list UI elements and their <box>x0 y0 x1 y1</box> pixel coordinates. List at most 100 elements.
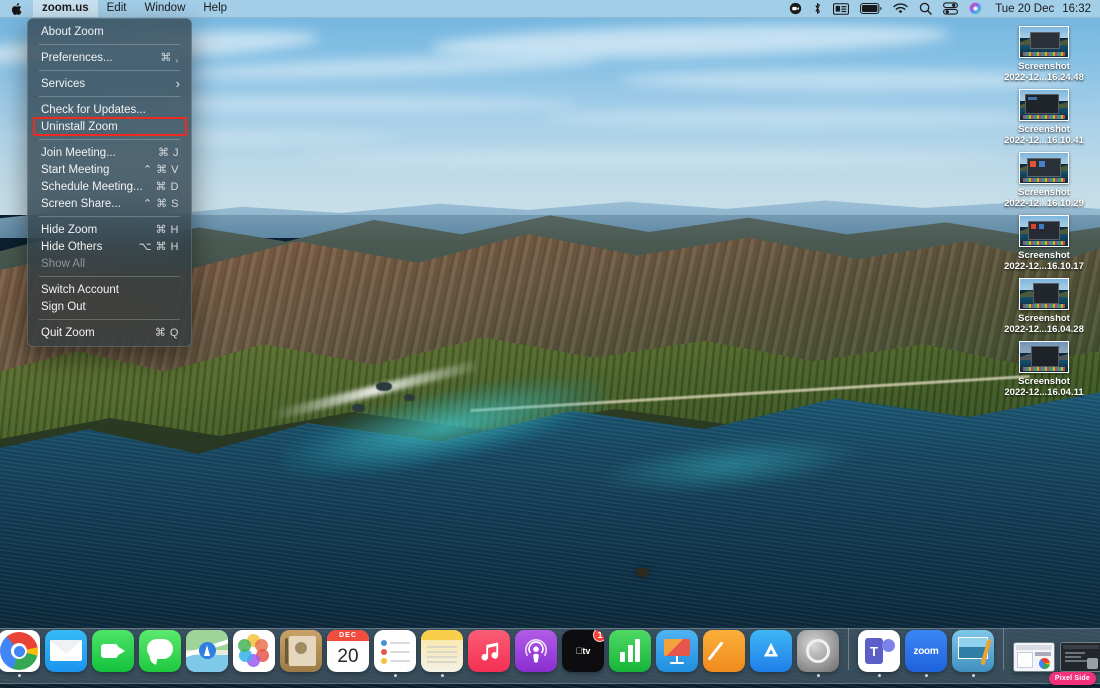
dock-running-indicator <box>676 674 679 677</box>
bluetooth-icon[interactable] <box>813 0 822 17</box>
desktop-file-label: Screenshot 2022-12...16.10.17 <box>1004 250 1084 272</box>
dock-item-pages[interactable] <box>702 630 746 677</box>
dock-running-indicator <box>877 674 881 677</box>
zoom-us-dropdown-menu[interactable]: About Zoom Preferences... ⌘ , Services C… <box>27 18 192 347</box>
menu-item-sign-out[interactable]: Sign Out <box>28 298 191 315</box>
desktop-file-icon[interactable]: Screenshot 2022-12...16.10.29 <box>994 152 1094 209</box>
menu-item-check-for-updates[interactable]: Check for Updates... <box>28 101 191 118</box>
screenshot-thumbnail <box>1019 215 1069 247</box>
desktop-file-name: Screenshot <box>1018 187 1070 198</box>
dock-item-maps[interactable] <box>185 630 229 677</box>
zoom-menubar-icon[interactable] <box>789 0 802 17</box>
calendar-month: DEC <box>327 630 369 641</box>
menu-bar-item-zoom-us[interactable]: zoom.us <box>33 0 98 17</box>
dock-running-indicator <box>924 674 928 677</box>
menu-separator <box>39 96 180 97</box>
dock-item-podcasts[interactable] <box>514 630 558 677</box>
dock-item-preview[interactable] <box>951 630 995 677</box>
dock-item-photos[interactable] <box>232 630 276 677</box>
menu-bar-clock[interactable]: Tue 20 Dec 16:32 <box>993 3 1091 15</box>
keynote-icon <box>656 630 698 672</box>
wallpaper-boat <box>636 568 649 577</box>
dock-item-contacts[interactable] <box>279 630 323 677</box>
dock-item-numbers[interactable] <box>608 630 652 677</box>
dock-running-indicator <box>1033 674 1036 677</box>
dock-running-indicator <box>723 674 726 677</box>
dock-item-messages[interactable] <box>138 630 182 677</box>
dock-item-appstore[interactable] <box>749 630 793 677</box>
desktop-file-label: Screenshot 2022-12...16.10.29 <box>1004 187 1084 209</box>
screenshot-thumbnail <box>1019 89 1069 121</box>
siri-icon[interactable] <box>969 0 982 17</box>
menu-item-shortcut: ⌃ ⌘ S <box>142 198 179 210</box>
menu-item-screen-share[interactable]: Screen Share... ⌃ ⌘ S <box>28 195 191 212</box>
dock-item-keynote[interactable] <box>655 630 699 677</box>
watermark-badge: Pixel Side <box>1048 672 1096 685</box>
notification-badge: 1 <box>593 630 604 642</box>
dock-running-indicator <box>347 674 350 677</box>
dock-running-indicator <box>971 674 975 677</box>
menu-item-join-meeting[interactable]: Join Meeting... ⌘ J <box>28 144 191 161</box>
desktop-file-name: Screenshot <box>1018 250 1070 261</box>
menu-item-start-meeting[interactable]: Start Meeting ⌃ ⌘ V <box>28 161 191 178</box>
menu-item-label: Screen Share... <box>41 197 121 210</box>
menu-item-quit-zoom[interactable]: Quit Zoom ⌘ Q <box>28 324 191 341</box>
dock-item-zoom[interactable]: zoom <box>904 630 948 677</box>
menu-bar-item-window[interactable]: Window <box>135 0 194 17</box>
menu-item-hide-zoom[interactable]: Hide Zoom ⌘ H <box>28 221 191 238</box>
menu-item-label: Hide Others <box>41 240 103 253</box>
menu-bar-item-edit[interactable]: Edit <box>98 0 136 17</box>
menu-item-preferences[interactable]: Preferences... ⌘ , <box>28 49 191 66</box>
menu-item-uninstall-zoom[interactable]: Uninstall Zoom <box>33 117 187 136</box>
spotlight-search-icon[interactable] <box>919 0 932 17</box>
menu-separator <box>39 139 180 140</box>
facetime-icon <box>92 630 134 672</box>
dock-item-chrome[interactable] <box>0 630 41 677</box>
menu-item-shortcut: ⌃ ⌘ V <box>142 164 179 176</box>
control-center-icon[interactable] <box>943 0 959 17</box>
desktop-file-icon[interactable]: Screenshot 2022-12...16.04.28 <box>994 278 1094 335</box>
screenshot-thumbnail <box>1019 26 1069 58</box>
dock-item-reminders[interactable] <box>373 630 417 677</box>
wifi-icon[interactable] <box>893 0 908 17</box>
music-icon <box>468 630 510 672</box>
menu-bar-item-help[interactable]: Help <box>194 0 236 17</box>
minimized-chrome-window <box>1013 642 1055 672</box>
mail-icon <box>45 630 87 672</box>
dock-item-calendar[interactable]: DEC 20 <box>326 630 370 677</box>
dock-item-system-preferences[interactable] <box>796 630 840 677</box>
apple-logo-icon[interactable] <box>0 0 33 17</box>
podcasts-icon <box>515 630 557 672</box>
desktop-file-name: Screenshot <box>1018 124 1070 135</box>
wallpaper-rock <box>404 394 415 401</box>
menu-item-services[interactable]: Services <box>28 75 191 92</box>
dock-item-facetime[interactable] <box>91 630 135 677</box>
input-source-icon[interactable] <box>833 0 850 17</box>
menu-item-label: Uninstall Zoom <box>41 120 118 133</box>
dock-minimized-chrome-window[interactable] <box>1012 642 1056 677</box>
desktop-file-label: Screenshot 2022-12...16.04.28 <box>1004 313 1084 335</box>
menu-item-schedule-meeting[interactable]: Schedule Meeting... ⌘ D <box>28 178 191 195</box>
dock-running-indicator <box>159 674 162 677</box>
menu-item-shortcut: ⌘ D <box>155 181 179 193</box>
dock-item-music[interactable] <box>467 630 511 677</box>
wallpaper-rock <box>376 382 392 391</box>
system-preferences-icon <box>797 630 839 672</box>
battery-icon[interactable] <box>860 0 882 17</box>
desktop-icon-column: Screenshot 2022-12...16.24.48 Screenshot… <box>994 26 1094 398</box>
menu-item-about-zoom[interactable]: About Zoom <box>28 23 191 40</box>
dock-item-teams[interactable]: T <box>857 630 901 677</box>
wallpaper-cloud <box>540 110 1040 126</box>
dock-item-notes[interactable] <box>420 630 464 677</box>
dock-item-appletv[interactable]: tv 1 <box>561 630 605 677</box>
menu-item-switch-account[interactable]: Switch Account <box>28 281 191 298</box>
menu-item-shortcut: ⌘ H <box>155 224 179 236</box>
desktop-file-icon[interactable]: Screenshot 2022-12...16.04.11 <box>994 341 1094 398</box>
menu-bar-left: zoom.us Edit Window Help <box>0 0 236 17</box>
menu-item-hide-others[interactable]: Hide Others ⌥ ⌘ H <box>28 238 191 255</box>
desktop-file-icon[interactable]: Screenshot 2022-12...16.24.48 <box>994 26 1094 83</box>
desktop-file-icon[interactable]: Screenshot 2022-12...16.10.17 <box>994 215 1094 272</box>
menu-item-label: Join Meeting... <box>41 146 116 159</box>
desktop-file-icon[interactable]: Screenshot 2022-12...16.10.41 <box>994 89 1094 146</box>
dock-item-mail[interactable] <box>44 630 88 677</box>
